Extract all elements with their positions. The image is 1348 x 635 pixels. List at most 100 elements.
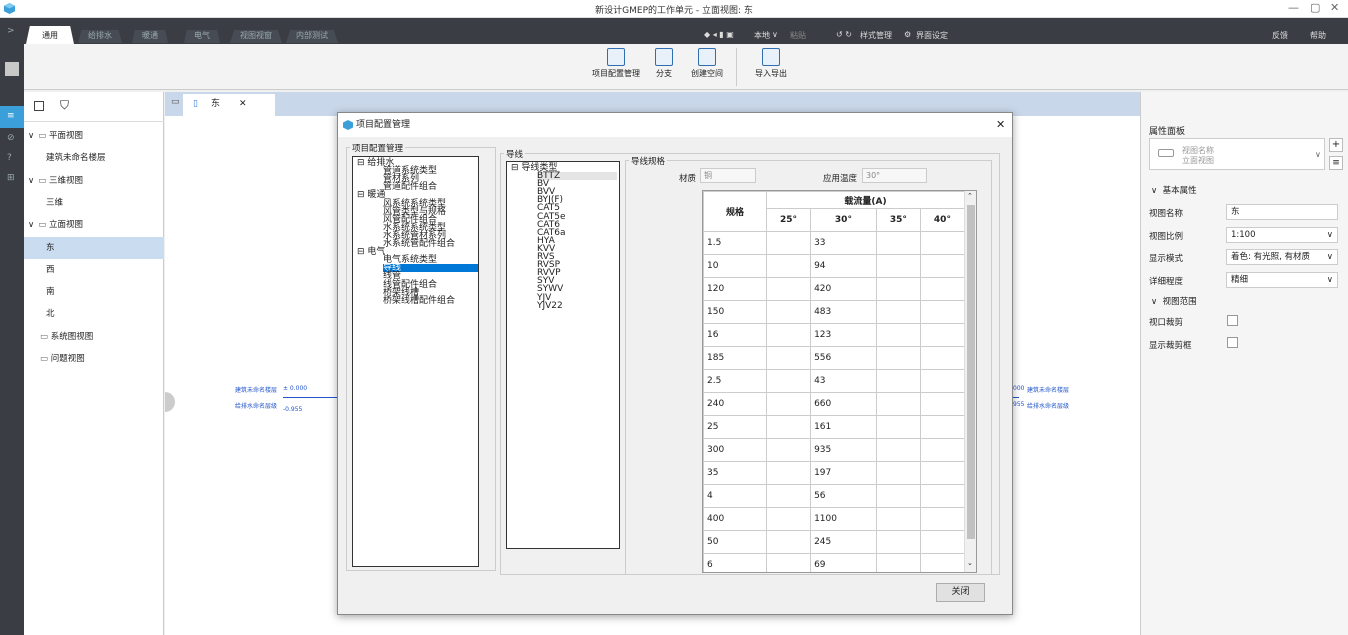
config-tree-item[interactable]: 管道配件组合 xyxy=(383,183,437,192)
close-button[interactable]: 关闭 xyxy=(936,583,985,602)
spec-cell[interactable]: 300 xyxy=(703,438,767,462)
temp35-cell[interactable] xyxy=(875,530,921,554)
temp30-cell[interactable]: 483 xyxy=(810,300,877,324)
temp35-cell[interactable] xyxy=(875,231,921,255)
temp40-cell[interactable] xyxy=(919,461,966,485)
table-row[interactable]: 50 245 xyxy=(703,530,966,554)
list-icon[interactable]: ≡ xyxy=(1329,156,1343,170)
table-row[interactable]: 25 161 xyxy=(703,415,966,439)
temp40-cell[interactable] xyxy=(919,277,966,301)
tree-item[interactable]: ∨ ▭ 平面视图 xyxy=(24,125,164,147)
temp35-cell[interactable] xyxy=(875,323,921,347)
table-row[interactable]: 2.5 43 xyxy=(703,369,966,393)
temp35-cell[interactable] xyxy=(875,461,921,485)
spec-cell[interactable]: 400 xyxy=(703,507,767,531)
table-row[interactable]: 400 1100 xyxy=(703,507,966,531)
table-row[interactable]: 185 556 xyxy=(703,346,966,370)
config-tree-item[interactable]: ⊟ 电气 xyxy=(357,248,385,257)
temp30-cell[interactable]: 197 xyxy=(810,461,877,485)
temp30-cell[interactable]: 245 xyxy=(810,530,877,554)
temp25-cell[interactable] xyxy=(765,254,812,278)
minimize-icon[interactable]: — xyxy=(1288,1,1299,14)
spec-cell[interactable]: 10 xyxy=(703,254,767,278)
view-range-header[interactable]: ∨ 视图范围 xyxy=(1151,295,1197,307)
view-type-selector[interactable]: 视图名称 立面视图 ∨ xyxy=(1149,138,1325,170)
config-tree-item[interactable]: 水系统管配件组合 xyxy=(383,240,455,249)
expand-chevron-icon[interactable]: ∨ xyxy=(28,176,34,186)
temp25-cell[interactable] xyxy=(765,507,812,531)
spec-cell[interactable]: 6 xyxy=(703,553,767,572)
temp25-cell[interactable] xyxy=(765,369,812,393)
spec-cell[interactable]: 150 xyxy=(703,300,767,324)
tab-electrical[interactable]: 电气 xyxy=(184,30,220,43)
help-button[interactable]: 帮助 xyxy=(1310,30,1326,41)
table-row[interactable]: 4 56 xyxy=(703,484,966,508)
close-tab-icon[interactable]: ✕ xyxy=(239,94,247,114)
temp25-cell[interactable] xyxy=(765,346,812,370)
temp35-cell[interactable] xyxy=(875,300,921,324)
temp40-cell[interactable] xyxy=(919,346,966,370)
temp30-cell[interactable]: 33 xyxy=(810,231,877,255)
spec-cell[interactable]: 50 xyxy=(703,530,767,554)
basic-props-header[interactable]: ∨ 基本属性 xyxy=(1151,184,1197,196)
wire-type-item[interactable]: BTTZ xyxy=(537,172,617,181)
temp30-cell[interactable]: 660 xyxy=(810,392,877,416)
temp40-cell[interactable] xyxy=(919,507,966,531)
expand-chevron-icon[interactable]: ∨ xyxy=(28,220,34,230)
spec-cell[interactable]: 1.5 xyxy=(703,231,767,255)
temp25-cell[interactable] xyxy=(765,231,812,255)
wire-type-list[interactable]: ⊟ 导线类型 BTTZ BV BVV BYJ(F) CAT5 CAT5e CAT6 CAT6a H… xyxy=(506,161,620,549)
tab-general[interactable]: 通用 xyxy=(26,26,74,44)
temp35-cell[interactable] xyxy=(875,346,921,370)
temp25-cell[interactable] xyxy=(765,461,812,485)
temp35-cell[interactable] xyxy=(875,415,921,439)
tree-item[interactable]: ▭ 系统图视图 xyxy=(24,326,164,348)
list-icon[interactable]: ≡ xyxy=(7,111,15,121)
temp25-cell[interactable] xyxy=(765,415,812,439)
temp25-cell[interactable] xyxy=(765,530,812,554)
temp40-cell[interactable] xyxy=(919,231,966,255)
table-row[interactable]: 240 660 xyxy=(703,392,966,416)
expand-icon[interactable]: > xyxy=(7,26,15,36)
tab-plumbing[interactable]: 给排水 xyxy=(78,30,122,43)
temp40-cell[interactable] xyxy=(919,438,966,462)
temp40-cell[interactable] xyxy=(919,300,966,324)
property-value[interactable]: 着色: 有光照, 有材质 ∨ xyxy=(1226,249,1338,265)
temp25-cell[interactable] xyxy=(765,323,812,347)
maximize-icon[interactable]: ▢ xyxy=(1310,1,1320,14)
tree-item[interactable]: ∨ ▭ 三维视图 xyxy=(24,170,164,192)
panel-toggle-icon[interactable] xyxy=(34,101,44,111)
collapse-icon[interactable]: ⊟ xyxy=(357,158,367,168)
table-scrollbar[interactable]: ⌃ ⌄ xyxy=(964,191,976,572)
document-tab[interactable]: 东 ▯ ✕ xyxy=(183,94,275,116)
style-manager-button[interactable]: 样式管理 xyxy=(860,30,892,41)
crop-checkbox[interactable] xyxy=(1227,315,1238,326)
scroll-thumb[interactable] xyxy=(967,205,975,539)
tab-viewport[interactable]: 视图视窗 xyxy=(230,30,282,43)
create-space-button[interactable]: 创建空间 xyxy=(682,48,732,79)
tree-item[interactable]: 南 xyxy=(24,281,164,303)
temp30-cell[interactable]: 123 xyxy=(810,323,877,347)
collapse-handle[interactable] xyxy=(165,392,175,412)
spec-cell[interactable]: 16 xyxy=(703,323,767,347)
table-row[interactable]: 16 123 xyxy=(703,323,966,347)
spec-cell[interactable]: 240 xyxy=(703,392,767,416)
tab-list-icon[interactable]: ▭ xyxy=(171,97,180,107)
temp35-cell[interactable] xyxy=(875,369,921,393)
temp25-cell[interactable] xyxy=(765,438,812,462)
import-export-button[interactable]: 导入导出 xyxy=(746,48,796,79)
tree-item[interactable]: ▭ 问题视图 xyxy=(24,348,164,370)
temp40-cell[interactable] xyxy=(919,484,966,508)
temp35-cell[interactable] xyxy=(875,254,921,278)
box-icon[interactable] xyxy=(5,62,19,76)
temp40-cell[interactable] xyxy=(919,553,966,572)
temp40-cell[interactable] xyxy=(919,530,966,554)
table-row[interactable]: 1.5 33 xyxy=(703,231,966,255)
temp30-cell[interactable]: 935 xyxy=(810,438,877,462)
table-row[interactable]: 35 197 xyxy=(703,461,966,485)
temp30-cell[interactable]: 69 xyxy=(810,553,877,572)
table-row[interactable]: 300 935 xyxy=(703,438,966,462)
quick-access-icons[interactable]: ◆ ◂ ▮ ▣ xyxy=(704,30,734,39)
temp30-cell[interactable]: 420 xyxy=(810,277,877,301)
temp30-cell[interactable]: 43 xyxy=(810,369,877,393)
